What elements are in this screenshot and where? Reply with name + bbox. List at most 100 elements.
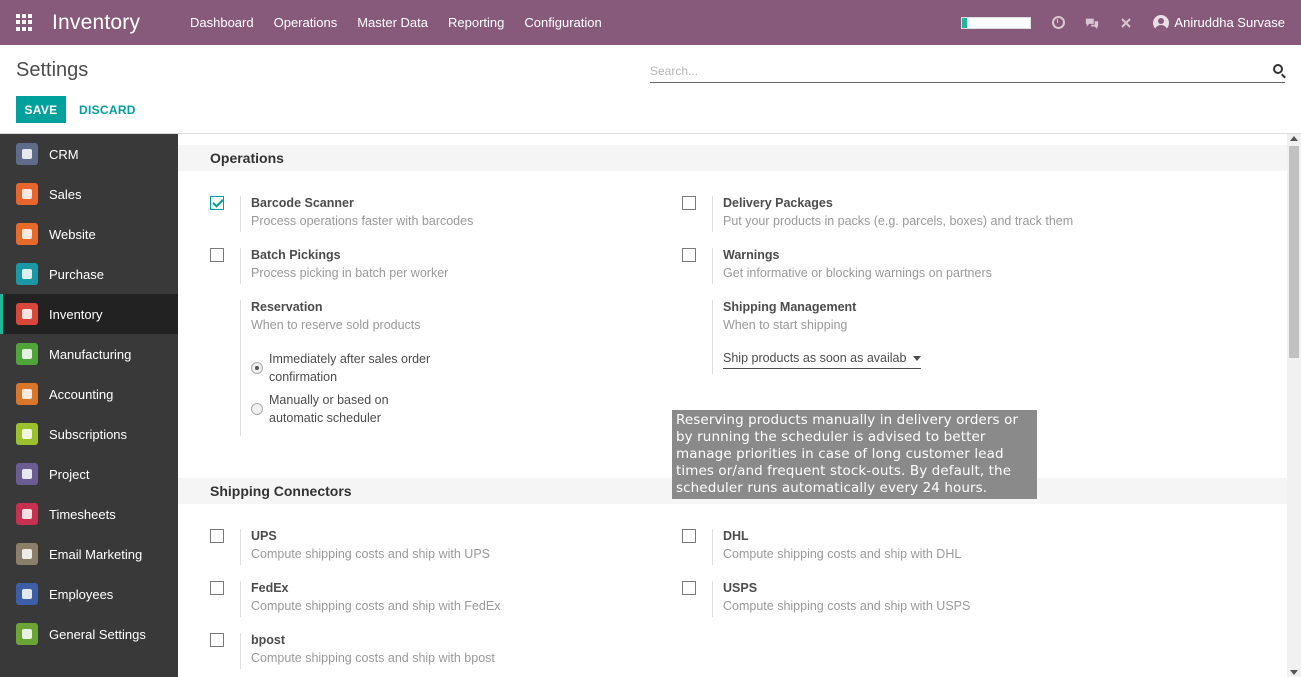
discard-button[interactable]: DISCARD <box>79 96 136 123</box>
divider <box>240 248 241 284</box>
top-navbar: Inventory Dashboard Operations Master Da… <box>0 0 1301 45</box>
divider <box>240 300 241 436</box>
search-icon[interactable] <box>1273 64 1283 74</box>
dhl-title: DHL <box>723 529 749 543</box>
radio-label-line: Manually or based on <box>269 393 389 407</box>
sidebar-item-label: Purchase <box>49 266 104 282</box>
shipping-management-desc: When to start shipping <box>723 318 848 332</box>
box-icon <box>16 303 38 325</box>
reservation-title: Reservation <box>251 300 323 314</box>
warnings-title: Warnings <box>723 248 780 262</box>
section-operations-title: Operations <box>178 145 1287 171</box>
scroll-down-arrow-icon[interactable] <box>1290 670 1298 675</box>
reservation-immediate-label[interactable]: Immediately after sales order confirmati… <box>269 350 430 386</box>
sidebar-item-label: General Settings <box>49 626 146 642</box>
usps-checkbox[interactable] <box>682 581 696 595</box>
delivery-packages-desc: Put your products in packs (e.g. parcels… <box>723 214 1074 228</box>
onboarding-progress-bar[interactable] <box>961 16 1032 29</box>
fedex-desc: Compute shipping costs and ship with Fed… <box>251 599 501 613</box>
user-avatar-icon <box>1153 14 1170 31</box>
sidebar-item-subscriptions[interactable]: Subscriptions <box>0 414 178 454</box>
progress-fill <box>962 17 967 28</box>
app-brand: Inventory <box>52 10 141 34</box>
scrollbar-thumb[interactable] <box>1289 146 1299 358</box>
divider <box>240 633 241 669</box>
reservation-immediate-radio[interactable] <box>251 362 263 374</box>
sidebar-item-label: Inventory <box>49 306 103 322</box>
scroll-up-arrow-icon[interactable] <box>1290 136 1298 141</box>
sidebar-item-manufacturing[interactable]: Manufacturing <box>0 334 178 374</box>
batch-pickings-checkbox[interactable] <box>210 248 224 262</box>
wrench-icon <box>16 343 38 365</box>
batch-pickings-desc: Process picking in batch per worker <box>251 266 449 280</box>
menu-configuration[interactable]: Configuration <box>524 15 601 30</box>
reservation-manual-label[interactable]: Manually or based on automatic scheduler <box>269 391 389 427</box>
save-button[interactable]: SAVE <box>16 96 66 123</box>
fedex-checkbox[interactable] <box>210 581 224 595</box>
sidebar-item-employees[interactable]: Employees <box>0 574 178 614</box>
settings-main: Operations Barcode Scanner Process opera… <box>178 134 1287 677</box>
barcode-scanner-checkbox[interactable] <box>210 196 224 210</box>
sidebar-item-purchase[interactable]: Purchase <box>0 254 178 294</box>
user-menu[interactable]: Aniruddha Survase <box>1153 14 1285 31</box>
delivery-packages-checkbox[interactable] <box>682 196 696 210</box>
sidebar-item-website[interactable]: Website <box>0 214 178 254</box>
search-bar <box>650 61 1285 83</box>
fedex-title: FedEx <box>251 581 289 595</box>
search-input[interactable] <box>650 61 1250 81</box>
sidebar-item-project[interactable]: Project <box>0 454 178 494</box>
delivery-packages-title: Delivery Packages <box>723 196 833 210</box>
sidebar-item-label: Timesheets <box>49 506 116 522</box>
menu-operations[interactable]: Operations <box>274 15 338 30</box>
warnings-checkbox[interactable] <box>682 248 696 262</box>
menu-dashboard[interactable]: Dashboard <box>190 15 254 30</box>
divider <box>240 196 241 232</box>
rss-icon <box>16 423 38 445</box>
ups-checkbox[interactable] <box>210 529 224 543</box>
menu-reporting[interactable]: Reporting <box>448 15 504 30</box>
divider <box>712 529 713 565</box>
warnings-desc: Get informative or blocking warnings on … <box>723 266 992 280</box>
divider <box>712 248 713 284</box>
sidebar-item-label: Subscriptions <box>49 426 128 442</box>
bpost-desc: Compute shipping costs and ship with bpo… <box>251 651 495 665</box>
handshake-icon <box>16 143 38 165</box>
ups-title: UPS <box>251 529 277 543</box>
document-icon <box>16 383 38 405</box>
chat-icon[interactable] <box>1085 16 1099 30</box>
navbar-right: Aniruddha Survase <box>961 0 1285 45</box>
users-icon <box>16 583 38 605</box>
bpost-checkbox[interactable] <box>210 633 224 647</box>
apps-grid-icon[interactable] <box>16 13 34 32</box>
chart-line-icon <box>16 183 38 205</box>
sidebar-item-crm[interactable]: CRM <box>0 134 178 174</box>
sidebar-item-accounting[interactable]: Accounting <box>0 374 178 414</box>
barcode-scanner-title: Barcode Scanner <box>251 196 354 210</box>
close-icon[interactable] <box>1119 16 1133 30</box>
paper-plane-icon <box>16 543 38 565</box>
settings-sidebar: CRM Sales Website Purchase Inventory Man… <box>0 134 178 677</box>
shipping-policy-select[interactable]: Ship products as soon as availab <box>723 351 921 369</box>
radio-label-line: Immediately after sales order <box>269 352 431 366</box>
divider <box>712 300 713 374</box>
menu-master-data[interactable]: Master Data <box>357 15 428 30</box>
dhl-checkbox[interactable] <box>682 529 696 543</box>
sidebar-item-label: Project <box>49 466 90 482</box>
sidebar-item-inventory[interactable]: Inventory <box>0 294 178 334</box>
sidebar-item-general-settings[interactable]: General Settings <box>0 614 178 654</box>
sidebar-item-label: CRM <box>49 146 79 162</box>
sidebar-item-sales[interactable]: Sales <box>0 174 178 214</box>
reservation-desc: When to reserve sold products <box>251 318 421 332</box>
reservation-manual-radio[interactable] <box>251 403 263 415</box>
activity-clock-icon[interactable] <box>1051 16 1065 30</box>
sidebar-item-label: Manufacturing <box>49 346 132 362</box>
gear-icon <box>16 623 38 645</box>
puzzle-icon <box>16 463 38 485</box>
sidebar-item-email-marketing[interactable]: Email Marketing <box>0 534 178 574</box>
radio-label-line: confirmation <box>269 370 338 384</box>
sidebar-item-timesheets[interactable]: Timesheets <box>0 494 178 534</box>
select-value: Ship products as soon as availab <box>723 351 907 365</box>
clock-icon <box>16 503 38 525</box>
main-scrollbar[interactable] <box>1287 134 1301 677</box>
usps-desc: Compute shipping costs and ship with USP… <box>723 599 971 613</box>
